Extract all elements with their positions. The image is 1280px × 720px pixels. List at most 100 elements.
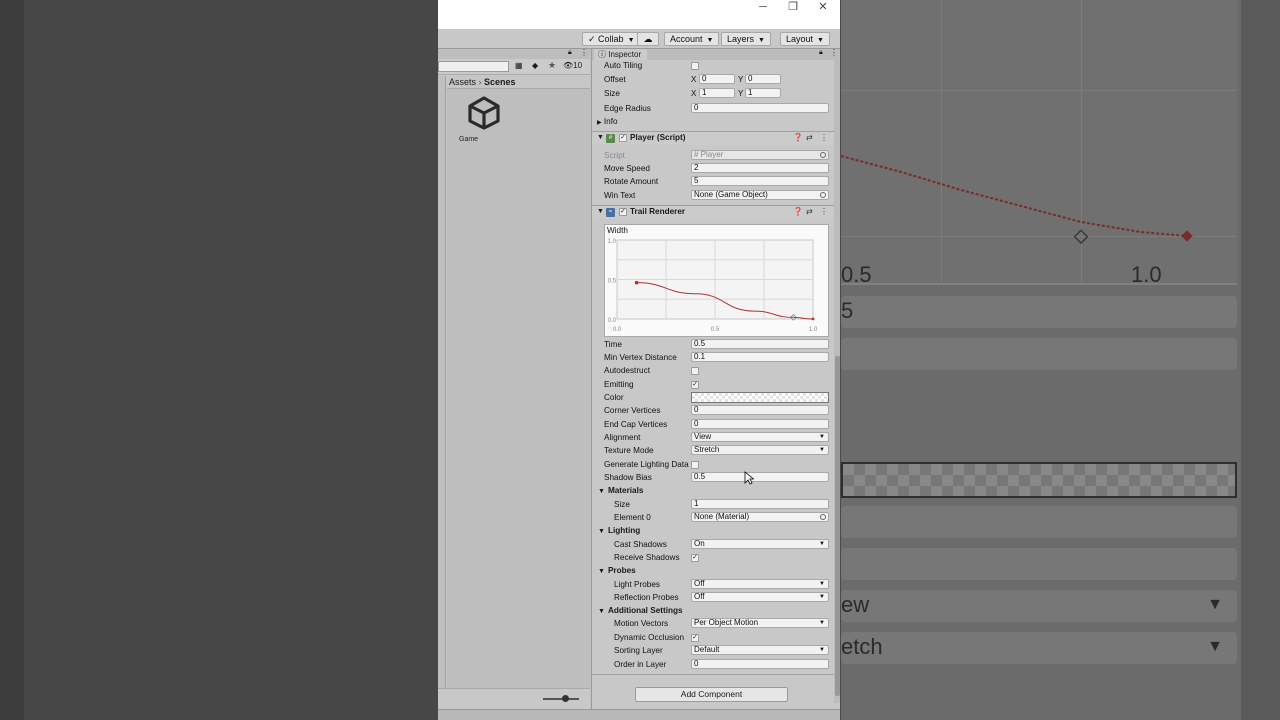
reflection-probes-dropdown[interactable]: Off ▼ — [691, 592, 829, 602]
project-search-input[interactable] — [438, 61, 509, 72]
cast-shadows-dropdown[interactable]: On ▼ — [691, 539, 829, 549]
dynamic-occlusion-checkbox[interactable]: ✓ — [691, 634, 699, 642]
shadow-bias-field[interactable]: 0.5 — [691, 472, 829, 482]
player-script-header[interactable]: ▼ # ✓ Player (Script) ❓ ⇄ ⋮ — [592, 131, 834, 145]
auto-tiling-checkbox[interactable] — [691, 62, 699, 70]
player-script-enabled-checkbox[interactable]: ✓ — [619, 134, 627, 142]
curve-x-tick: 0.5 — [711, 327, 720, 333]
component-menu-icon[interactable]: ⋮ — [820, 133, 828, 142]
autodestruct-checkbox[interactable] — [691, 367, 699, 375]
probes-foldout[interactable]: ▼ Probes — [598, 566, 636, 575]
asset-label: Game — [459, 136, 479, 143]
filter-by-label-icon[interactable]: ◆ — [532, 61, 538, 70]
win-text-label: Win Text — [604, 191, 636, 200]
script-label: Script — [604, 151, 625, 160]
background-row: 5 — [841, 296, 1237, 328]
component-menu-icon[interactable]: ⋮ — [820, 207, 828, 216]
alignment-label: Alignment — [604, 433, 641, 442]
lock-icon[interactable]: 🔒︎ — [819, 49, 823, 57]
size-y-field[interactable]: 1 — [745, 88, 781, 98]
restore-icon[interactable]: ❐ — [778, 0, 808, 29]
offset-y-field[interactable]: 0 — [745, 74, 781, 84]
color-gradient-field[interactable] — [691, 392, 829, 403]
emitting-checkbox[interactable]: ✓ — [691, 381, 699, 389]
lighting-foldout[interactable]: ▼ Lighting — [598, 526, 640, 535]
close-icon[interactable]: ✕ — [808, 0, 838, 29]
element-0-field[interactable]: None (Material) — [691, 512, 829, 522]
icon-size-slider-knob[interactable] — [562, 695, 569, 702]
receive-shadows-checkbox[interactable]: ✓ — [691, 554, 699, 562]
edge-radius-label: Edge Radius — [604, 104, 651, 113]
layout-button[interactable]: Layout ▼ — [780, 32, 830, 46]
breadcrumb-scenes[interactable]: Scenes — [484, 77, 516, 87]
materials-foldout[interactable]: ▼ Materials — [598, 486, 643, 495]
curve-y-tick: 1.0 — [608, 239, 617, 245]
materials-size-field[interactable]: 1 — [691, 499, 829, 509]
account-button[interactable]: Account ▼ — [664, 32, 720, 46]
presets-icon[interactable]: ⇄ — [806, 133, 813, 142]
info-foldout[interactable]: ▶ Info — [597, 117, 618, 126]
order-in-layer-field[interactable]: 0 — [691, 659, 829, 669]
additional-settings-foldout[interactable]: ▼ Additional Settings — [598, 606, 683, 615]
help-icon[interactable]: ❓ — [793, 133, 803, 142]
asset-game-scene[interactable]: Game — [459, 96, 509, 143]
menu-icon[interactable]: ⋮ — [580, 48, 588, 57]
breadcrumb-assets[interactable]: Assets — [449, 77, 476, 87]
icon-size-slider[interactable] — [543, 695, 579, 702]
unity-editor-window: ─ ❐ ✕ ✓ Collab ▼ ☁ Account ▼ Layers ▼ Layou… — [438, 0, 840, 720]
menu-icon[interactable]: ⋮ — [830, 49, 838, 57]
background-graph: 0.5 1.0 — [841, 0, 1237, 287]
chevron-down-icon: ▼ — [819, 594, 825, 600]
background-curve — [841, 155, 1193, 245]
collab-button[interactable]: ✓ Collab ▼ — [582, 32, 641, 46]
filter-by-type-icon[interactable]: ▦ — [515, 61, 523, 70]
min-vertex-distance-field[interactable]: 0.1 — [691, 352, 829, 362]
project-panel: 🔒︎ ⋮ ▦ ◆ ★ 👁︎10 Assets › Scenes Game — [438, 48, 590, 709]
project-folder-tree[interactable] — [438, 76, 446, 696]
inspector-scrollbar[interactable] — [834, 60, 840, 703]
sorting-layer-dropdown[interactable]: Default ▼ — [691, 645, 829, 655]
move-speed-field[interactable]: 2 — [691, 163, 829, 173]
win-text-field[interactable]: None (Game Object) — [691, 190, 829, 200]
trail-renderer-header[interactable]: ▼ ≈ ✓ Trail Renderer ❓ ⇄ ⋮ — [592, 205, 834, 219]
background-left — [0, 0, 438, 720]
offset-x-field[interactable]: 0 — [699, 74, 735, 84]
layers-button[interactable]: Layers ▼ — [721, 32, 771, 46]
size-x-field[interactable]: 1 — [699, 88, 735, 98]
width-curve-plot[interactable]: 1.0 0.5 0.0 0.0 0.5 1.0 — [605, 225, 828, 336]
rotate-amount-field[interactable]: 5 — [691, 176, 829, 186]
background-tick: 0.5 — [841, 262, 872, 287]
trail-renderer-icon: ≈ — [606, 208, 615, 217]
help-icon[interactable]: ❓ — [793, 207, 803, 216]
corner-vertices-field[interactable]: 0 — [691, 405, 829, 415]
texture-mode-dropdown[interactable]: Stretch ▼ — [691, 445, 829, 455]
light-probes-dropdown[interactable]: Off ▼ — [691, 579, 829, 589]
width-curve-editor[interactable]: Width 1.0 0.5 0.0 0.0 0.5 1.0 — [604, 224, 829, 337]
collapse-arrow-icon[interactable]: ▼ — [597, 134, 604, 141]
project-footer — [438, 688, 590, 708]
presets-icon[interactable]: ⇄ — [806, 207, 813, 216]
motion-vectors-dropdown[interactable]: Per Object Motion ▼ — [691, 618, 829, 628]
background-right-zoom: 0.5 1.0 5 ew ▼ etch ▼ — [841, 0, 1280, 720]
shadow-bias-label: Shadow Bias — [604, 473, 652, 482]
trail-renderer-enabled-checkbox[interactable]: ✓ — [619, 208, 627, 216]
minimize-icon[interactable]: ─ — [748, 0, 778, 29]
end-cap-vertices-field[interactable]: 0 — [691, 419, 829, 429]
materials-size-label: Size — [614, 500, 630, 509]
mouse-cursor-icon — [744, 471, 754, 485]
cast-shadows-label: Cast Shadows — [614, 540, 667, 549]
alignment-dropdown[interactable]: View ▼ — [691, 432, 829, 442]
edge-radius-field[interactable]: 0 — [691, 103, 829, 113]
collapse-arrow-icon[interactable]: ▼ — [597, 208, 604, 215]
hidden-packages-count: 10 — [573, 61, 583, 70]
hidden-packages-icon[interactable]: 👁︎10 — [563, 61, 582, 70]
cloud-icon[interactable]: ☁ — [637, 32, 659, 46]
inspector-tab[interactable]: ⓘ Inspector — [594, 49, 648, 60]
time-field[interactable]: 0.5 — [691, 339, 829, 349]
curve-y-tick: 0.0 — [608, 318, 617, 324]
add-component-button[interactable]: Add Component — [635, 687, 788, 702]
favorite-star-icon[interactable]: ★ — [548, 60, 556, 71]
generate-lighting-data-checkbox[interactable] — [691, 461, 699, 469]
lock-icon[interactable]: 🔒︎ — [568, 49, 572, 57]
inspector-scrollbar-thumb[interactable] — [835, 356, 840, 696]
